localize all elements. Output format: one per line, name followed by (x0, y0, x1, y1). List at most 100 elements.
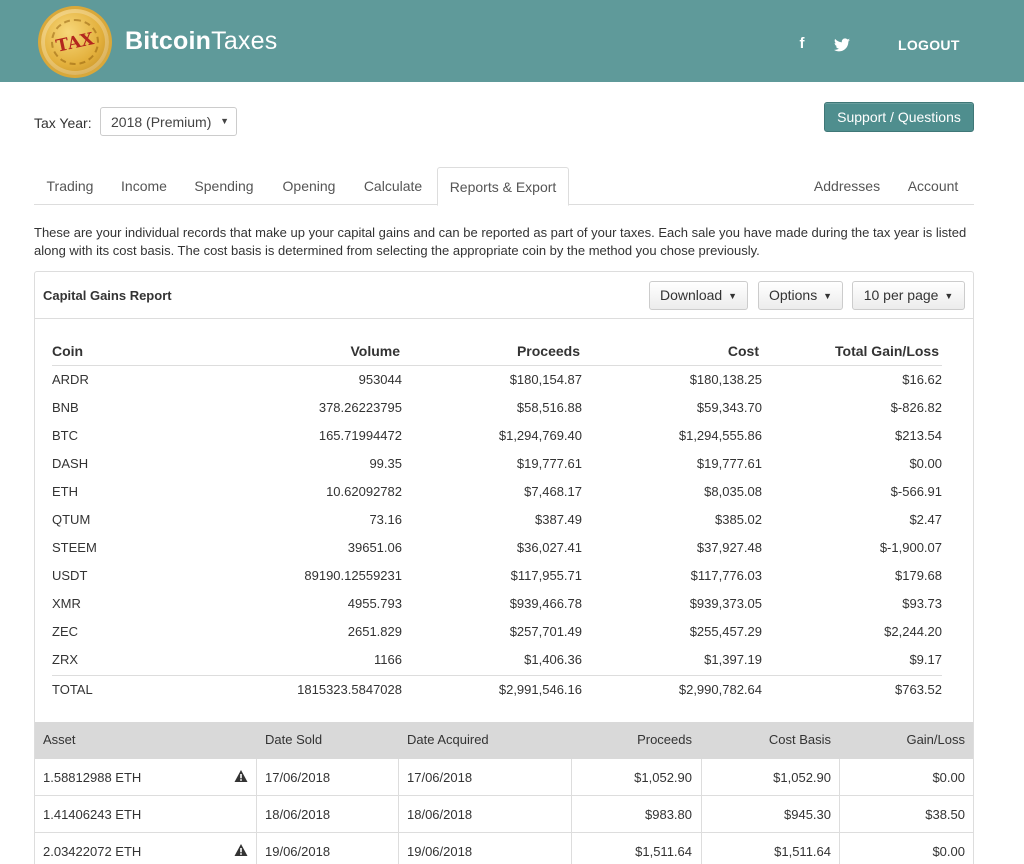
detail-cell-cost: $1,511.64 (774, 844, 831, 859)
summary-row: ZEC 2651.829 $257,701.49 $255,457.29 $2,244.… (52, 618, 942, 646)
intro-text: These are your individual records that m… (34, 225, 967, 258)
summary-cell-coin: XMR (52, 596, 81, 611)
column-divider (701, 759, 702, 796)
detail-cell-sold: 18/06/2018 (265, 807, 331, 822)
per-page-button[interactable]: 10 per page ▼ (852, 281, 965, 310)
tab-account[interactable]: Account (900, 167, 966, 205)
summary-total-row: TOTAL 1815323.5847028 $2,991,546.16 $2,990,… (52, 675, 942, 703)
column-header-proceeds: Proceeds (516, 343, 580, 359)
panel-header: Capital Gains Report Download ▼ Options … (35, 272, 973, 319)
tax-year-label: Tax Year: (34, 115, 92, 131)
column-divider (398, 759, 399, 796)
column-header-proceeds[interactable]: Proceeds (637, 732, 692, 747)
tab-reports-export[interactable]: Reports & Export (437, 167, 569, 206)
summary-cell-cost: $255,457.29 (689, 624, 762, 639)
facebook-icon[interactable]: f (796, 35, 808, 53)
warning-icon[interactable] (234, 769, 248, 783)
detail-table-header: Asset Date Sold Date Acquired Proceeds C… (35, 722, 973, 759)
tab-trading[interactable]: Trading (34, 167, 106, 205)
caret-down-icon: ▼ (220, 116, 229, 126)
tax-year-select[interactable]: 2018 (Premium) ▼ (100, 107, 237, 136)
summary-cell-total-gain-loss: $0.00 (909, 456, 942, 471)
panel-title: Capital Gains Report (43, 288, 172, 303)
column-header-date-sold[interactable]: Date Sold (265, 732, 322, 747)
tab-opening[interactable]: Opening (272, 167, 346, 205)
detail-cell-gain: $38.50 (925, 807, 965, 822)
column-header-date-acquired[interactable]: Date Acquired (407, 732, 489, 747)
column-divider (839, 759, 840, 796)
detail-cell-proceeds: $1,052.90 (634, 770, 692, 785)
logo-coin-icon[interactable]: TAX (38, 6, 112, 78)
options-button[interactable]: Options ▼ (758, 281, 843, 310)
summary-cell-coin: DASH (52, 456, 89, 471)
twitter-icon[interactable] (834, 38, 850, 52)
summary-row: QTUM 73.16 $387.49 $385.02 $2.47 (52, 506, 942, 534)
summary-cell-cost: $8,035.08 (704, 484, 762, 499)
logout-link[interactable]: LOGOUT (898, 37, 960, 53)
summary-row: XMR 4955.793 $939,466.78 $939,373.05 $93.73 (52, 590, 942, 618)
summary-cell-total-gain-loss: $16.62 (902, 372, 942, 387)
summary-cell-proceeds: $257,701.49 (509, 624, 582, 639)
summary-cell-total-gain-loss: $2,244.20 (884, 624, 942, 639)
summary-cell-proceeds: $387.49 (535, 512, 582, 527)
summary-row: USDT 89190.12559231 $117,955.71 $117,776.03… (52, 562, 942, 590)
detail-cell-cost: $1,052.90 (773, 770, 831, 785)
detail-row: 1.58812988 ETH 17/06/2018 17/06/2018 $1,052… (35, 759, 973, 796)
tab-addresses[interactable]: Addresses (806, 167, 888, 205)
summary-cell-cost: $939,373.05 (689, 596, 762, 611)
summary-cell-cost: $19,777.61 (696, 456, 762, 471)
warning-icon[interactable] (234, 843, 248, 857)
summary-cell-total-gain-loss: $213.54 (895, 428, 942, 443)
column-header-coin: Coin (52, 343, 84, 359)
summary-cell-total-gain-loss: $93.73 (902, 596, 942, 611)
summary-cell-coin: USDT (52, 568, 88, 583)
summary-total-proceeds: $2,991,546.16 (498, 682, 582, 697)
summary-cell-volume: 39651.06 (347, 540, 402, 555)
column-header-volume: Volume (350, 343, 400, 359)
tax-year-value: 2018 (Premium) (111, 114, 212, 130)
summary-total-volume: 1815323.5847028 (297, 682, 402, 697)
summary-cell-proceeds: $117,955.71 (510, 568, 582, 583)
tab-spending[interactable]: Spending (184, 167, 264, 205)
summary-cell-total-gain-loss: $9.17 (909, 652, 942, 667)
summary-cell-cost: $1,294,555.86 (678, 428, 762, 443)
summary-cell-volume: 4955.793 (347, 596, 402, 611)
summary-cell-proceeds: $180,154.87 (509, 372, 582, 387)
summary-cell-volume: 2651.829 (347, 624, 402, 639)
column-header-cost-basis[interactable]: Cost Basis (769, 732, 831, 747)
column-header-asset[interactable]: Asset (43, 732, 76, 747)
column-divider (839, 796, 840, 833)
detail-cell-sold: 17/06/2018 (265, 770, 331, 785)
summary-row: ZRX 1166 $1,406.36 $1,397.19 $9.17 (52, 646, 942, 674)
summary-total-coin: TOTAL (52, 682, 93, 697)
column-divider (398, 833, 399, 864)
summary-cell-total-gain-loss: $-566.91 (890, 484, 942, 499)
summary-cell-volume: 165.71994472 (318, 428, 402, 443)
summary-total-cost: $2,990,782.64 (678, 682, 762, 697)
tab-income[interactable]: Income (110, 167, 178, 205)
top-navbar: TAX BitcoinTaxes f LOGOUT (0, 0, 1024, 82)
capital-gains-panel: Capital Gains Report Download ▼ Options … (34, 271, 974, 864)
summary-row: BNB 378.26223795 $58,516.88 $59,343.70 $-826… (52, 394, 942, 422)
column-header-gain-loss[interactable]: Gain/Loss (906, 732, 965, 747)
detail-cell-cost: $945.30 (784, 807, 831, 822)
summary-cell-coin: ETH (52, 484, 78, 499)
summary-cell-volume: 1166 (374, 652, 402, 667)
detail-row: 2.03422072 ETH 19/06/2018 19/06/2018 $1,511… (35, 833, 973, 864)
brand-name[interactable]: BitcoinTaxes (125, 27, 277, 56)
summary-cell-cost: $37,927.48 (696, 540, 762, 555)
summary-cell-proceeds: $19,777.61 (516, 456, 582, 471)
support-questions-button[interactable]: Support / Questions (824, 102, 974, 132)
column-header-cost: Cost (727, 343, 759, 359)
summary-cell-coin: ARDR (52, 372, 89, 387)
download-button[interactable]: Download ▼ (649, 281, 748, 310)
tab-calculate[interactable]: Calculate (356, 167, 430, 205)
main-tabs: Trading Income Spending Opening Calculat… (34, 167, 974, 206)
detail-cell-acquired: 19/06/2018 (407, 844, 473, 859)
column-divider (398, 796, 399, 833)
summary-row: ARDR 953044 $180,154.87 $180,138.25 $16.62 (52, 366, 942, 394)
summary-cell-coin: ZRX (52, 652, 78, 667)
summary-cell-cost: $180,138.25 (689, 372, 762, 387)
detail-cell-sold: 19/06/2018 (265, 844, 331, 859)
summary-cell-cost: $59,343.70 (696, 400, 762, 415)
